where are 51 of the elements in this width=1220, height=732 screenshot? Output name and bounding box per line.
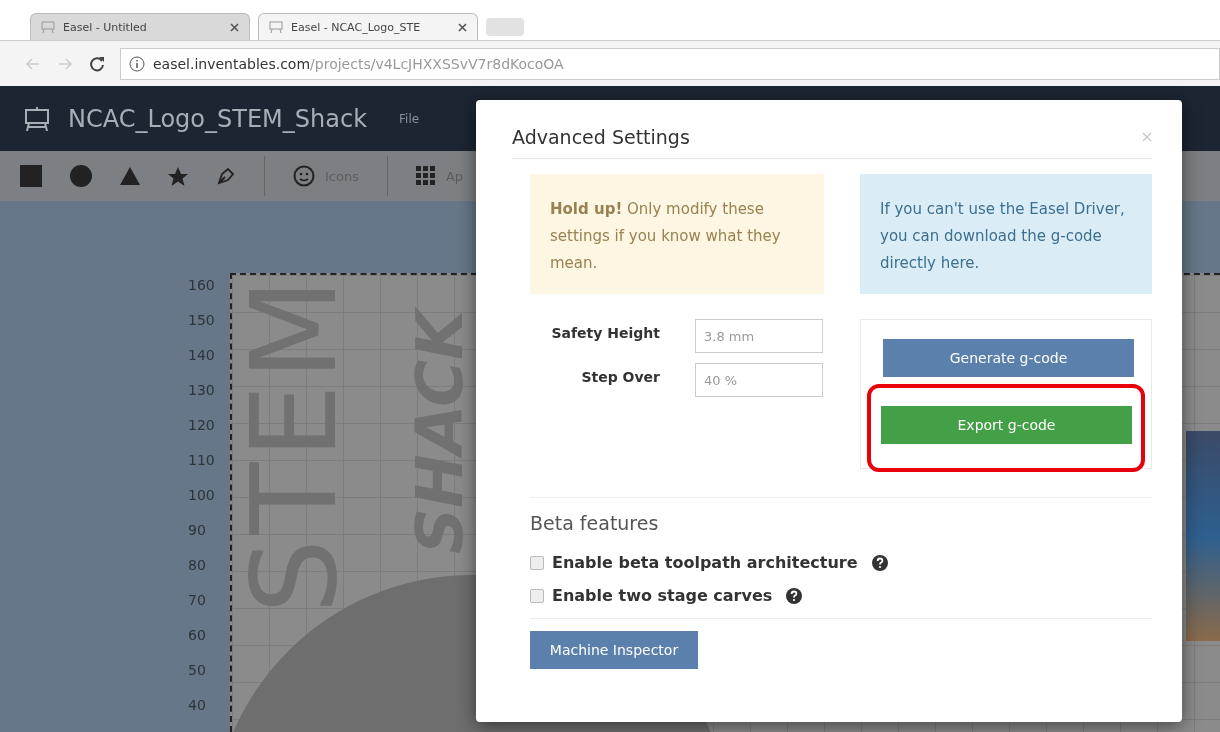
checkbox[interactable]	[530, 555, 544, 570]
checkbox[interactable]	[530, 588, 544, 603]
input-field[interactable]: 3.8 mm	[695, 319, 823, 353]
option-label: Enable beta toolpath architecture	[552, 553, 858, 572]
project-title: NCAC_Logo_STEM_Shack	[68, 104, 368, 133]
easel-icon	[24, 106, 50, 131]
warning-message: Hold up! Only modify these settings if you know what they mean.	[530, 174, 824, 294]
menu-item[interactable]: File	[399, 111, 420, 126]
input-field[interactable]: 40 %	[695, 363, 823, 397]
easel-icon	[269, 21, 283, 33]
pen-icon[interactable]	[216, 166, 236, 186]
ruler-label: 50	[188, 662, 207, 680]
ruler-label: 70	[188, 592, 207, 610]
ruler-label: 110	[188, 452, 216, 470]
help-icon[interactable]	[871, 554, 888, 571]
circle-icon[interactable]	[70, 165, 92, 187]
ruler-label: 130	[188, 382, 216, 400]
triangle-icon[interactable]	[120, 167, 140, 185]
machine-inspector-button[interactable]: Machine Inspector	[530, 631, 698, 669]
star-icon[interactable]	[168, 166, 188, 186]
tab-title: Easel - NCAC_Logo_STE	[291, 20, 422, 34]
smiley-icon[interactable]	[293, 165, 315, 187]
browser-tab[interactable]: Easel - Untitled	[30, 13, 250, 40]
reload-icon[interactable]	[88, 54, 106, 73]
info-icon	[129, 55, 145, 72]
ruler-label: 80	[188, 557, 207, 575]
field-label: Safety Height	[550, 324, 660, 343]
option-label: Enable two stage carves	[552, 586, 773, 605]
grid-icon[interactable]	[415, 166, 436, 186]
ruler-label: 40	[188, 697, 207, 715]
action-button[interactable]: Generate g-code	[883, 339, 1134, 377]
help-icon[interactable]	[786, 587, 803, 604]
ruler-label: 160	[188, 277, 216, 295]
ruler-label: 150	[188, 312, 216, 330]
dialog-title: Advanced Settings	[512, 126, 690, 148]
info-message: If you can't use the Easel Driver, you can download the g-code directly here.	[860, 174, 1152, 294]
action-button[interactable]: Export g-code	[881, 406, 1132, 444]
ruler-label: 90	[188, 522, 207, 540]
ruler-label: 60	[188, 627, 207, 645]
section-title: Beta features	[530, 512, 660, 534]
url-text: easel.inventables.com/projects/v4LcJHXXSSvV7r8dKocoOA	[153, 55, 564, 72]
close-icon[interactable]	[458, 22, 467, 32]
browser-tab[interactable]: Easel - NCAC_Logo_STE	[258, 13, 478, 40]
close-icon[interactable]	[230, 22, 239, 32]
ruler-label: 140	[188, 347, 216, 365]
easel-icon	[41, 21, 55, 33]
address-field[interactable]: easel.inventables.com/projects/v4LcJHXXSSvV7r8dKocoOA	[120, 47, 1220, 80]
ruler-label: 120	[188, 417, 216, 435]
field-label: Step Over	[580, 368, 660, 387]
tab-title: Easel - Untitled	[63, 20, 148, 34]
ruler-label: 100	[188, 487, 216, 505]
